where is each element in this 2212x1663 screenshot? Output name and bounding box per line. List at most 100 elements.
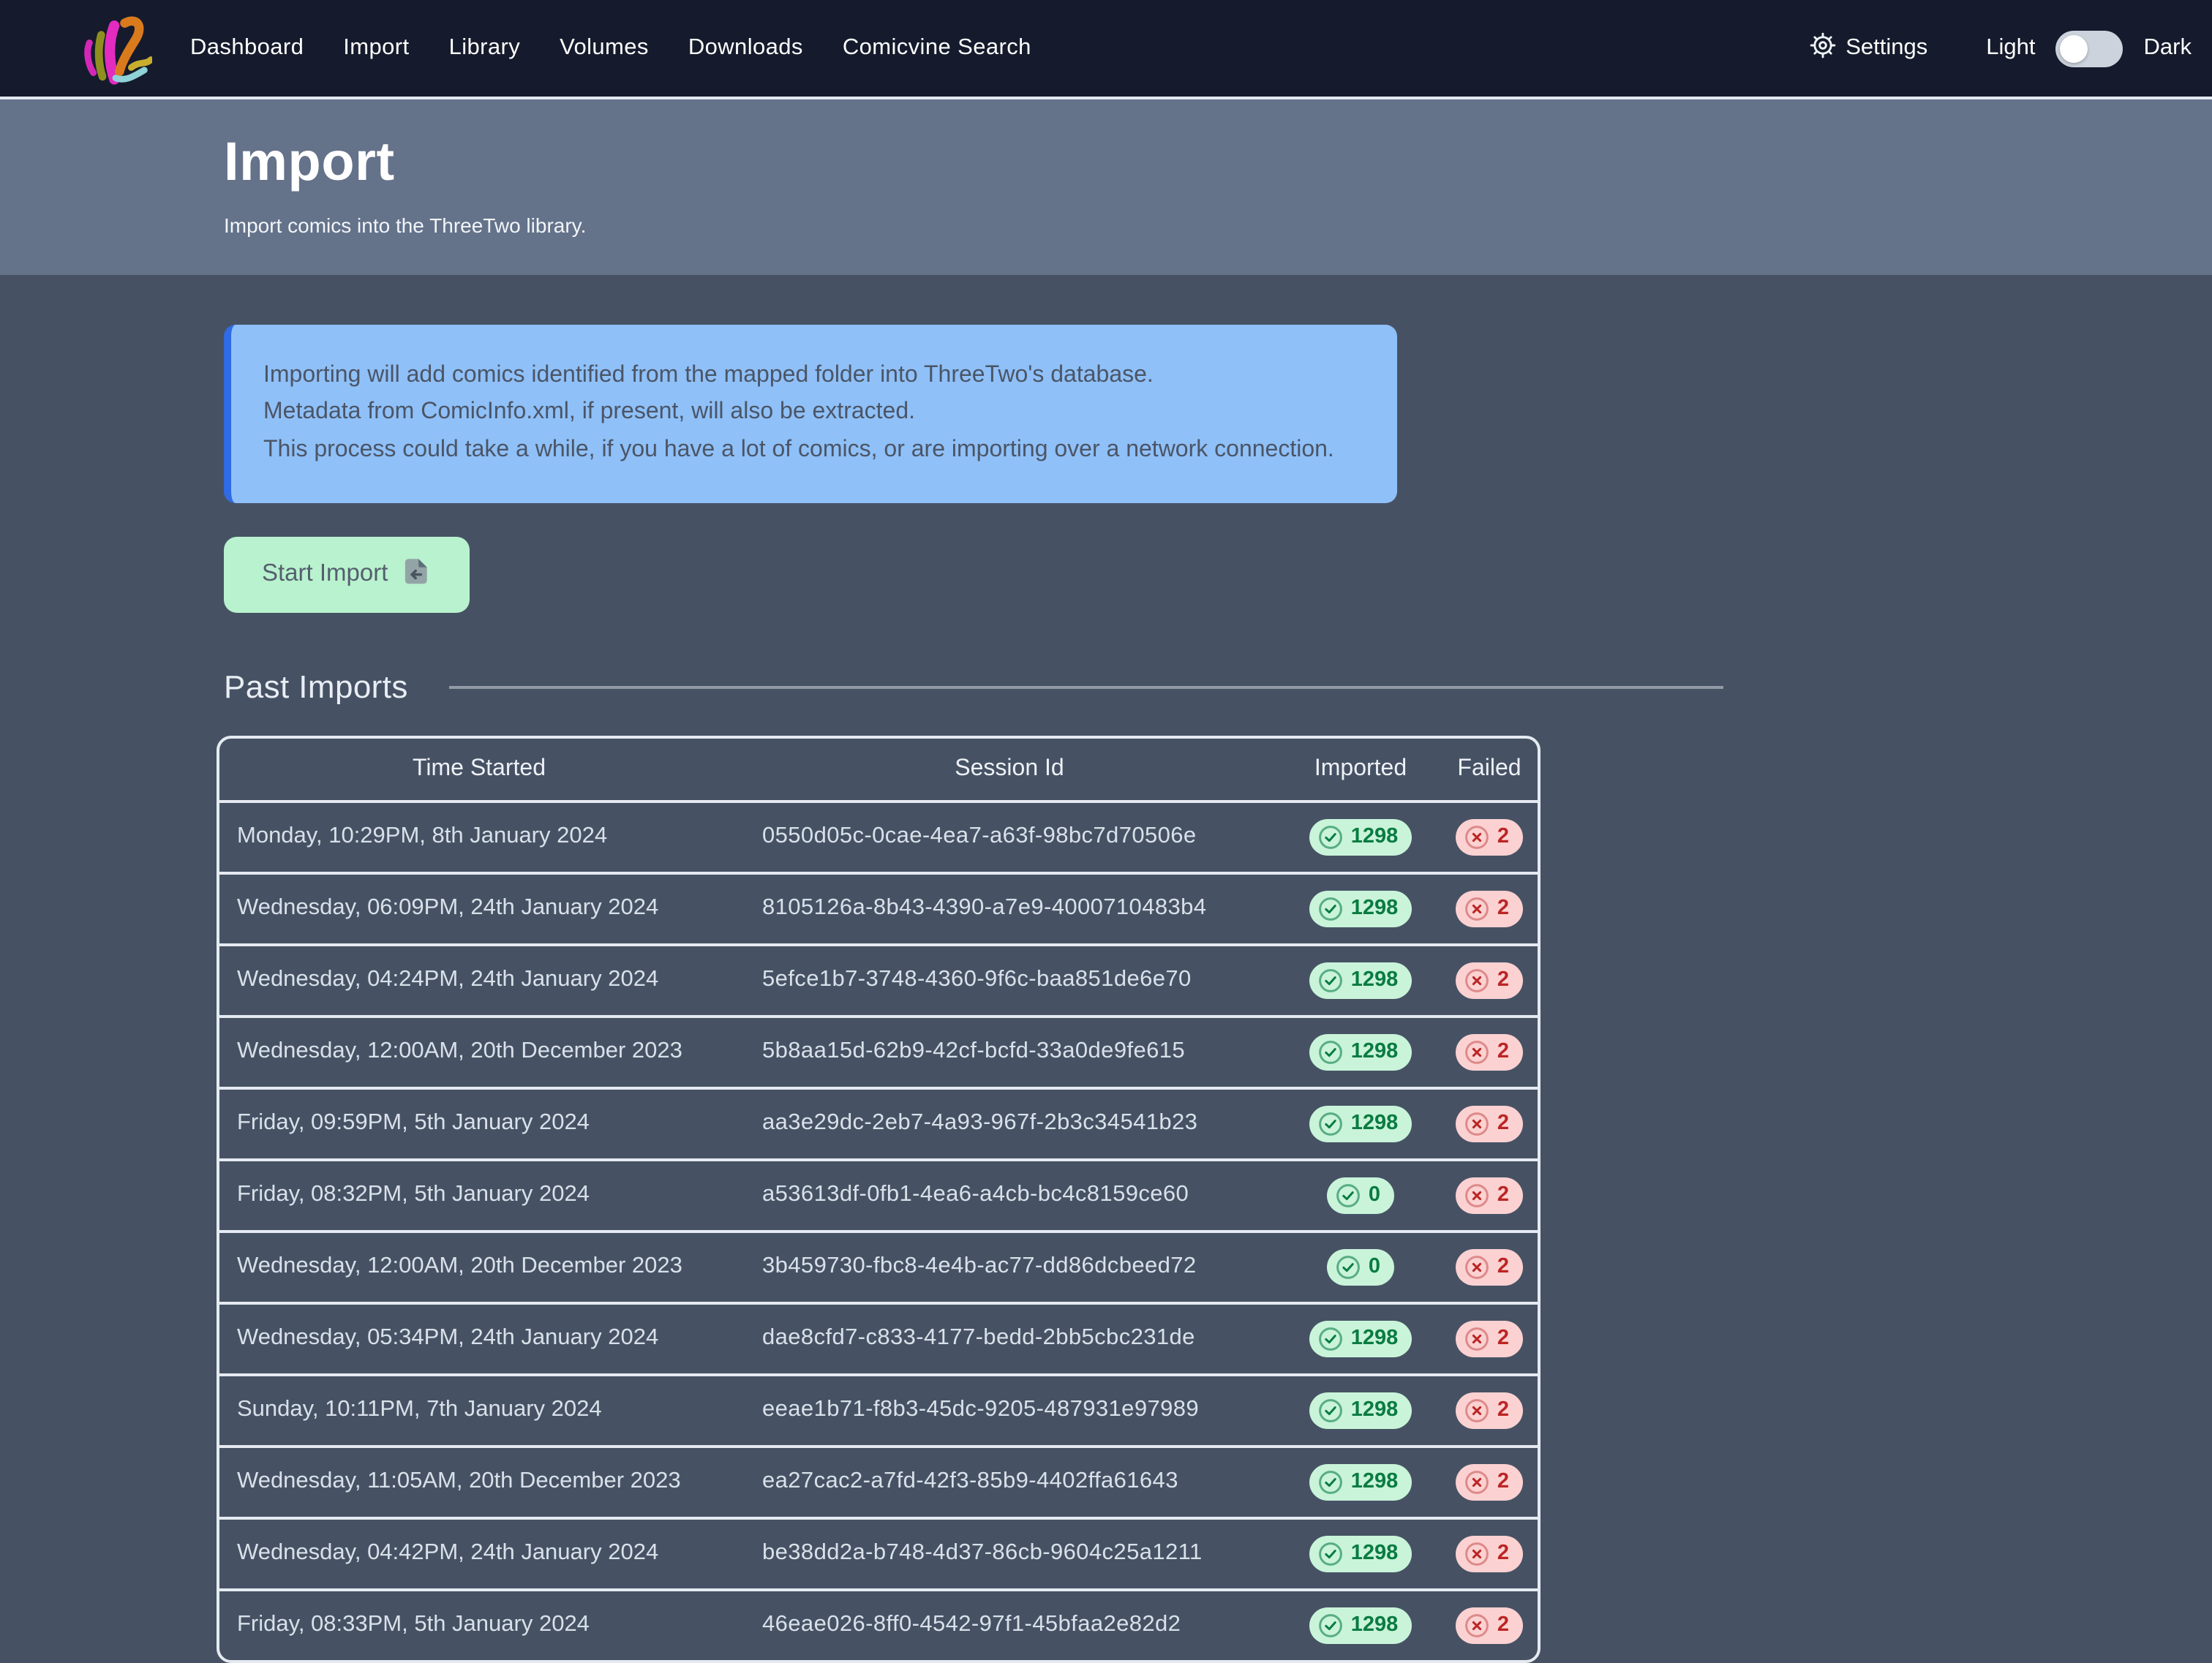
nav-item-dashboard[interactable]: Dashboard: [190, 35, 304, 61]
failed-badge: 2: [1456, 1034, 1522, 1071]
theme-toggle[interactable]: [2056, 30, 2123, 67]
imported-badge: 1298: [1310, 1106, 1412, 1142]
past-imports-table: Time Started Session Id Imported Failed …: [217, 736, 1540, 1663]
threetwo-logo[interactable]: [79, 5, 152, 91]
time-started-cell: Wednesday, 04:24PM, 24th January 2024: [219, 968, 739, 994]
imported-cell: 1298: [1280, 1106, 1441, 1142]
check-circle-icon: [1319, 968, 1344, 993]
session-id-cell: 5b8aa15d-62b9-42cf-bcfd-33a0de9fe615: [739, 1039, 1280, 1066]
navbar-right: Settings Light Dark: [1809, 30, 2192, 67]
time-started-cell: Wednesday, 04:42PM, 24th January 2024: [219, 1541, 739, 1567]
section-divider: [449, 686, 1723, 688]
imported-badge: 1298: [1310, 962, 1412, 999]
session-id-cell: be38dd2a-b748-4d37-86cb-9604c25a1211: [739, 1541, 1280, 1567]
main-content: Importing will add comics identified fro…: [0, 275, 2212, 1663]
failed-cell: 2: [1441, 962, 1538, 999]
nav-item-volumes[interactable]: Volumes: [560, 35, 649, 61]
failed-badge: 2: [1456, 962, 1522, 999]
session-id-cell: 46eae026-8ff0-4542-97f1-45bfaa2e82d2: [739, 1613, 1280, 1639]
failed-badge: 2: [1456, 1177, 1522, 1214]
imported-badge: 1298: [1310, 1321, 1412, 1357]
imported-cell: 0: [1280, 1177, 1441, 1214]
nav-item-comicvine-search[interactable]: Comicvine Search: [843, 35, 1031, 61]
failed-count: 2: [1497, 1041, 1509, 1064]
column-header-session-id: Session Id: [739, 756, 1280, 783]
failed-count: 2: [1497, 1614, 1509, 1637]
time-started-cell: Friday, 09:59PM, 5th January 2024: [219, 1111, 739, 1137]
table-row: Wednesday, 05:34PM, 24th January 2024 da…: [219, 1302, 1538, 1373]
navbar: Dashboard Import Library Volumes Downloa…: [0, 0, 2212, 99]
failed-count: 2: [1497, 1399, 1509, 1422]
check-circle-icon: [1319, 1470, 1344, 1495]
imported-cell: 1298: [1280, 819, 1441, 856]
imported-count: 1298: [1351, 1327, 1399, 1351]
imported-count: 1298: [1351, 826, 1399, 849]
past-imports-heading: Past Imports: [224, 668, 408, 706]
x-circle-icon: [1465, 1040, 1490, 1065]
table-header-row: Time Started Session Id Imported Failed: [219, 739, 1538, 803]
x-circle-icon: [1465, 1255, 1490, 1280]
imported-count: 1298: [1351, 1041, 1399, 1064]
time-started-cell: Wednesday, 12:00AM, 20th December 2023: [219, 1039, 739, 1066]
session-id-cell: dae8cfd7-c833-4177-bedd-2bb5cbc231de: [739, 1326, 1280, 1352]
imported-cell: 0: [1280, 1249, 1441, 1286]
start-import-button[interactable]: Start Import: [224, 537, 470, 613]
table-row: Friday, 08:32PM, 5th January 2024 a53613…: [219, 1158, 1538, 1230]
settings-label: Settings: [1846, 35, 1927, 61]
imported-badge: 1298: [1310, 1536, 1412, 1572]
column-header-failed: Failed: [1441, 756, 1538, 783]
failed-badge: 2: [1456, 1607, 1522, 1644]
nav-item-library[interactable]: Library: [449, 35, 521, 61]
x-circle-icon: [1465, 1613, 1490, 1638]
start-import-label: Start Import: [262, 561, 388, 589]
imported-count: 1298: [1351, 1399, 1399, 1422]
failed-cell: 2: [1441, 819, 1538, 856]
x-circle-icon: [1465, 1112, 1490, 1136]
past-imports-body: Monday, 10:29PM, 8th January 2024 0550d0…: [219, 803, 1538, 1660]
session-id-cell: 8105126a-8b43-4390-a7e9-4000710483b4: [739, 896, 1280, 922]
failed-count: 2: [1497, 1471, 1509, 1494]
imported-count: 1298: [1351, 969, 1399, 992]
x-circle-icon: [1465, 897, 1490, 921]
session-id-cell: a53613df-0fb1-4ea6-a4cb-bc4c8159ce60: [739, 1183, 1280, 1209]
failed-badge: 2: [1456, 1464, 1522, 1501]
failed-count: 2: [1497, 1327, 1509, 1351]
failed-badge: 2: [1456, 1106, 1522, 1142]
session-id-cell: eeae1b71-f8b3-45dc-9205-487931e97989: [739, 1398, 1280, 1424]
failed-badge: 2: [1456, 1321, 1522, 1357]
nav-item-import[interactable]: Import: [343, 35, 409, 61]
page-subtitle: Import comics into the ThreeTwo library.: [224, 214, 2212, 237]
check-circle-icon: [1319, 1613, 1344, 1638]
info-line-3: This process could take a while, if you …: [263, 431, 1365, 468]
failed-cell: 2: [1441, 891, 1538, 927]
failed-badge: 2: [1456, 819, 1522, 856]
table-row: Wednesday, 12:00AM, 20th December 2023 5…: [219, 1015, 1538, 1087]
app-root: Dashboard Import Library Volumes Downloa…: [0, 0, 2212, 1587]
imported-count: 1298: [1351, 1542, 1399, 1566]
imported-count: 1298: [1351, 1471, 1399, 1494]
x-circle-icon: [1465, 1398, 1490, 1423]
check-circle-icon: [1319, 1398, 1344, 1423]
imported-count: 0: [1369, 1256, 1380, 1279]
theme-dark-label: Dark: [2144, 35, 2192, 61]
imported-badge: 1298: [1310, 1392, 1412, 1429]
imported-cell: 1298: [1280, 1392, 1441, 1429]
table-row: Sunday, 10:11PM, 7th January 2024 eeae1b…: [219, 1373, 1538, 1445]
settings-button[interactable]: Settings: [1809, 31, 1927, 65]
failed-badge: 2: [1456, 891, 1522, 927]
x-circle-icon: [1465, 968, 1490, 993]
nav-item-downloads[interactable]: Downloads: [688, 35, 803, 61]
failed-badge: 2: [1456, 1249, 1522, 1286]
check-circle-icon: [1319, 825, 1344, 850]
gear-icon: [1809, 31, 1835, 65]
failed-cell: 2: [1441, 1177, 1538, 1214]
past-imports-section-head: Past Imports: [224, 668, 1723, 706]
import-info-box: Importing will add comics identified fro…: [224, 325, 1397, 503]
failed-cell: 2: [1441, 1536, 1538, 1572]
session-id-cell: 5efce1b7-3748-4360-9f6c-baa851de6e70: [739, 968, 1280, 994]
failed-cell: 2: [1441, 1249, 1538, 1286]
failed-cell: 2: [1441, 1392, 1538, 1429]
imported-cell: 1298: [1280, 1536, 1441, 1572]
table-row: Friday, 08:33PM, 5th January 2024 46eae0…: [219, 1588, 1538, 1660]
column-header-time-started: Time Started: [219, 756, 739, 783]
